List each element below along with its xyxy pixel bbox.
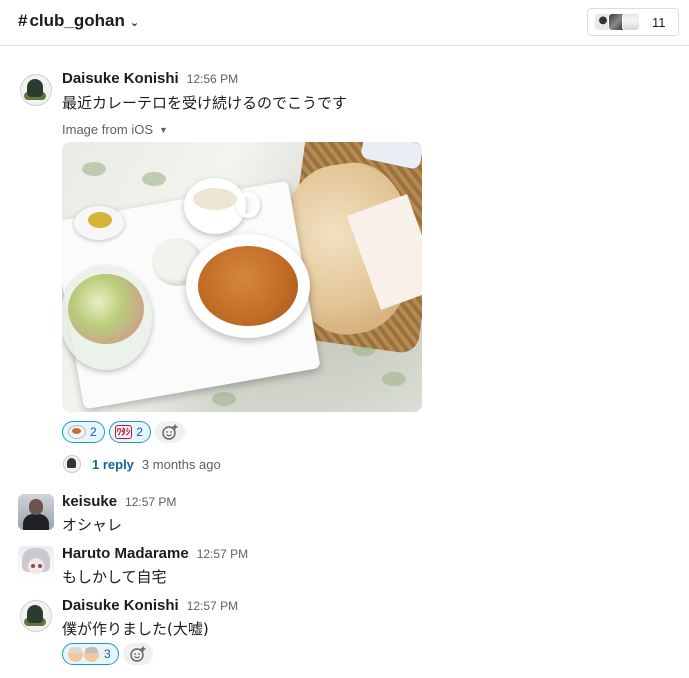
message-header: Daisuke Konishi 12:56 PM <box>62 70 238 87</box>
message-header: Daisuke Konishi 12:57 PM <box>62 597 238 614</box>
message-text: もしかして自宅 <box>62 568 167 586</box>
caret-down-icon: ▼ <box>159 124 168 135</box>
author-name[interactable]: Daisuke Konishi <box>62 597 179 614</box>
avatar[interactable] <box>18 546 54 582</box>
attachment-label[interactable]: Image from iOS ▼ <box>62 122 168 137</box>
add-reaction-button[interactable] <box>122 643 153 665</box>
reply-count-link[interactable]: 1 reply <box>92 457 134 472</box>
reaction-button[interactable]: ﾜﾀｼ 2 <box>108 421 151 443</box>
avatar[interactable] <box>18 72 54 108</box>
member-avatar <box>622 13 640 31</box>
thread-summary[interactable]: 1 reply 3 months ago <box>62 454 221 474</box>
author-name[interactable]: keisuke <box>62 493 117 510</box>
message-text: 僕が作りました(大嘘) <box>62 620 209 638</box>
text-sticker-icon: ﾜﾀｼ <box>114 425 133 439</box>
reaction-count: 2 <box>136 425 143 439</box>
old-man-face-icon <box>84 646 99 662</box>
message-text: オシャレ <box>62 516 123 534</box>
hash-icon: # <box>18 11 28 30</box>
message-text: 最近カレーテロを受け続けるのでこうです <box>62 94 348 112</box>
add-reaction-button[interactable] <box>154 421 185 443</box>
last-reply-time: 3 months ago <box>141 456 221 472</box>
timestamp[interactable]: 12:57 PM <box>125 495 176 509</box>
reaction-count: 3 <box>104 647 111 661</box>
chevron-down-icon: ⌄ <box>129 16 140 29</box>
message-header: keisuke 12:57 PM <box>62 493 176 510</box>
old-man-face-icon <box>68 646 83 662</box>
channel-header: # club_gohan ⌄ 11 <box>0 0 689 46</box>
avatar[interactable] <box>18 494 54 530</box>
channel-name-button[interactable]: # club_gohan ⌄ <box>18 11 139 31</box>
reaction-count: 2 <box>90 425 97 439</box>
add-reaction-icon <box>129 646 146 662</box>
timestamp[interactable]: 12:57 PM <box>187 599 238 613</box>
author-name[interactable]: Haruto Madarame <box>62 545 189 562</box>
message-header: Haruto Madarame 12:57 PM <box>62 545 248 562</box>
members-button[interactable]: 11 <box>587 8 679 36</box>
reaction-bar: 2 ﾜﾀｼ 2 <box>62 421 185 443</box>
reaction-bar: 3 <box>62 643 153 665</box>
reaction-button[interactable]: 2 <box>62 421 105 443</box>
curry-plate-icon <box>68 425 86 439</box>
thread-avatar <box>62 454 82 474</box>
member-count: 11 <box>652 14 666 30</box>
channel-name: club_gohan <box>29 11 125 30</box>
attached-image[interactable] <box>62 142 422 412</box>
author-name[interactable]: Daisuke Konishi <box>62 70 179 87</box>
reaction-button[interactable]: 3 <box>62 643 119 665</box>
timestamp[interactable]: 12:57 PM <box>197 547 248 561</box>
avatar[interactable] <box>18 598 54 634</box>
timestamp[interactable]: 12:56 PM <box>187 72 238 86</box>
attachment-label-text: Image from iOS <box>62 122 154 137</box>
add-reaction-icon <box>162 424 178 440</box>
